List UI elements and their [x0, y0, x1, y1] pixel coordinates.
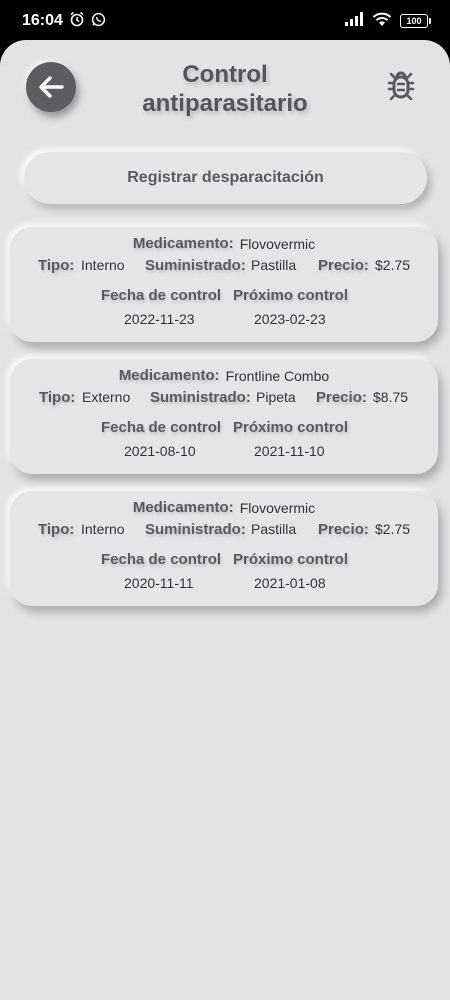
bug-icon [387, 71, 415, 101]
page-title: Control antiparasitario [110, 60, 340, 118]
label-tipo: Tipo: [38, 520, 75, 538]
label-proximo-control: Próximo control [233, 550, 349, 568]
value-medicamento: Flovovermic [239, 499, 316, 516]
value-tipo: Externo [82, 389, 131, 405]
label-suministrado: Suministrado: [150, 388, 251, 406]
label-tipo: Tipo: [38, 256, 75, 274]
value-fecha-control: 2022-11-23 [124, 311, 195, 327]
arrow-left-icon [39, 76, 64, 98]
value-fecha-control: 2020-11-11 [124, 575, 194, 591]
alarm-icon [69, 11, 85, 31]
value-fecha-control: 2021-08-10 [124, 443, 196, 459]
label-precio: Precio: [316, 388, 367, 406]
value-suministrado: Pipeta [256, 389, 296, 405]
label-medicamento: Medicamento: [118, 367, 220, 384]
value-precio: $2.75 [375, 521, 411, 537]
value-suministrado: Pastilla [251, 521, 297, 537]
label-suministrado: Suministrado: [145, 256, 246, 274]
value-proximo-control: 2021-11-10 [254, 443, 325, 459]
label-medicamento: Medicamento: [132, 235, 234, 252]
label-fecha-control: Fecha de control [101, 418, 222, 436]
label-tipo: Tipo: [39, 388, 76, 406]
value-tipo: Interno [81, 257, 125, 273]
whatsapp-icon [91, 12, 106, 31]
deworming-record-card[interactable]: Medicamento: Flovovermic Tipo: Interno S… [10, 491, 438, 606]
page-title-line2: antiparasitario [142, 90, 308, 117]
value-proximo-control: 2021-01-08 [254, 575, 326, 591]
wifi-icon [372, 12, 392, 31]
value-tipo: Interno [81, 521, 125, 537]
label-precio: Precio: [318, 256, 369, 274]
label-fecha-control: Fecha de control [101, 550, 222, 568]
value-medicamento: Flovovermic [239, 235, 316, 252]
value-medicamento: Frontline Combo [225, 367, 330, 384]
battery-icon: 100 [400, 14, 431, 28]
value-precio: $8.75 [373, 389, 409, 405]
back-button[interactable] [26, 62, 76, 112]
status-time: 16:04 [22, 12, 63, 29]
label-proximo-control: Próximo control [233, 418, 349, 436]
deworming-record-card[interactable]: Medicamento: Flovovermic Tipo: Interno S… [10, 227, 438, 342]
label-fecha-control: Fecha de control [101, 286, 222, 304]
bug-button[interactable] [386, 68, 416, 102]
signal-icon [344, 12, 364, 30]
value-suministrado: Pastilla [251, 257, 297, 273]
label-proximo-control: Próximo control [233, 286, 349, 304]
deworming-record-card[interactable]: Medicamento: Frontline Combo Tipo: Exter… [10, 359, 438, 474]
register-deworming-button[interactable]: Registrar desparacitación [24, 152, 427, 204]
value-proximo-control: 2023-02-23 [254, 311, 326, 327]
app-screen: Control antiparasitario Registrar despar… [0, 40, 450, 1000]
label-medicamento: Medicamento: [132, 499, 234, 516]
status-bar: 16:04 100 [0, 0, 450, 42]
label-precio: Precio: [318, 520, 369, 538]
header: Control antiparasitario [0, 40, 450, 150]
value-precio: $2.75 [375, 257, 411, 273]
label-suministrado: Suministrado: [145, 520, 246, 538]
page-title-line1: Control [182, 61, 268, 88]
